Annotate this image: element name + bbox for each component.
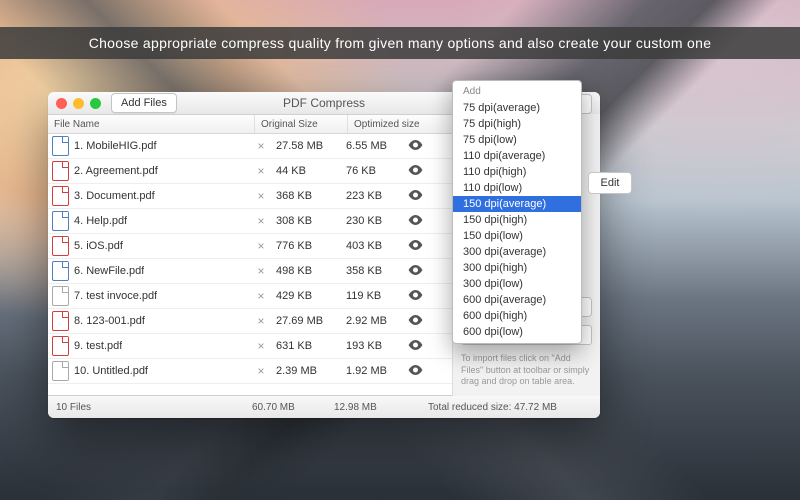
original-size: 776 KB <box>270 240 340 252</box>
remove-icon[interactable]: × <box>252 364 270 378</box>
pdf-icon <box>52 161 69 181</box>
preview-icon[interactable] <box>404 290 426 303</box>
dropdown-option[interactable]: 75 dpi(average) <box>453 100 581 116</box>
remove-icon[interactable]: × <box>252 214 270 228</box>
dropdown-option[interactable]: 150 dpi(low) <box>453 228 581 244</box>
remove-icon[interactable]: × <box>252 239 270 253</box>
file-name: 5. iOS.pdf <box>74 240 123 252</box>
preview-icon[interactable] <box>404 215 426 228</box>
dropdown-option[interactable]: 600 dpi(low) <box>453 324 581 340</box>
traffic-lights <box>48 98 101 109</box>
minimize-icon[interactable] <box>73 98 84 109</box>
pdf-icon <box>52 186 69 206</box>
original-size: 27.69 MB <box>270 315 340 327</box>
preview-icon[interactable] <box>404 140 426 153</box>
quality-dropdown[interactable]: Add 75 dpi(average)75 dpi(high)75 dpi(lo… <box>452 80 582 344</box>
optimized-size: 403 KB <box>340 240 404 252</box>
preview-icon[interactable] <box>404 165 426 178</box>
remove-icon[interactable]: × <box>252 189 270 203</box>
pdf-icon <box>52 136 69 156</box>
file-name: 9. test.pdf <box>74 340 122 352</box>
zoom-icon[interactable] <box>90 98 101 109</box>
edit-button[interactable]: Edit <box>588 172 632 194</box>
dropdown-option[interactable]: 150 dpi(average) <box>453 196 581 212</box>
status-orig-total: 60.70 MB <box>252 402 334 413</box>
dropdown-option[interactable]: 600 dpi(high) <box>453 308 581 324</box>
remove-icon[interactable]: × <box>252 339 270 353</box>
pdf-icon <box>52 286 69 306</box>
original-size: 498 KB <box>270 265 340 277</box>
dropdown-option[interactable]: 75 dpi(high) <box>453 116 581 132</box>
col-original-size[interactable]: Original Size <box>255 115 348 133</box>
dropdown-option[interactable]: 110 dpi(low) <box>453 180 581 196</box>
file-name: 10. Untitled.pdf <box>74 365 148 377</box>
remove-icon[interactable]: × <box>252 314 270 328</box>
col-optimized-size[interactable]: Optimized size <box>348 115 465 133</box>
pdf-icon <box>52 361 69 381</box>
preview-icon[interactable] <box>404 190 426 203</box>
file-name: 7. test invoce.pdf <box>74 290 157 302</box>
status-reduced: Total reduced size: 47.72 MB <box>428 402 557 413</box>
pdf-icon <box>52 211 69 231</box>
optimized-size: 2.92 MB <box>340 315 404 327</box>
original-size: 2.39 MB <box>270 365 340 377</box>
pdf-icon <box>52 311 69 331</box>
file-name: 1. MobileHIG.pdf <box>74 140 157 152</box>
status-count: 10 Files <box>56 402 252 413</box>
pdf-icon <box>52 336 69 356</box>
original-size: 44 KB <box>270 165 340 177</box>
dropdown-option[interactable]: 600 dpi(average) <box>453 292 581 308</box>
optimized-size: 76 KB <box>340 165 404 177</box>
file-name: 2. Agreement.pdf <box>74 165 158 177</box>
preview-icon[interactable] <box>404 265 426 278</box>
status-opt-total: 12.98 MB <box>334 402 428 413</box>
dropdown-option[interactable]: 300 dpi(high) <box>453 260 581 276</box>
optimized-size: 6.55 MB <box>340 140 404 152</box>
add-files-button[interactable]: Add Files <box>111 93 177 113</box>
remove-icon[interactable]: × <box>252 139 270 153</box>
dropdown-option[interactable]: 300 dpi(low) <box>453 276 581 292</box>
optimized-size: 358 KB <box>340 265 404 277</box>
preview-icon[interactable] <box>404 340 426 353</box>
dropdown-option[interactable]: 75 dpi(low) <box>453 132 581 148</box>
original-size: 368 KB <box>270 190 340 202</box>
optimized-size: 230 KB <box>340 215 404 227</box>
col-file-name[interactable]: File Name <box>48 115 255 133</box>
status-bar: 10 Files 60.70 MB 12.98 MB Total reduced… <box>48 395 600 418</box>
dropdown-option[interactable]: 110 dpi(average) <box>453 148 581 164</box>
dropdown-option[interactable]: 150 dpi(high) <box>453 212 581 228</box>
original-size: 27.58 MB <box>270 140 340 152</box>
remove-icon[interactable]: × <box>252 164 270 178</box>
original-size: 429 KB <box>270 290 340 302</box>
dropdown-option[interactable]: 300 dpi(average) <box>453 244 581 260</box>
preview-icon[interactable] <box>404 365 426 378</box>
close-icon[interactable] <box>56 98 67 109</box>
pdf-icon <box>52 236 69 256</box>
remove-icon[interactable]: × <box>252 289 270 303</box>
file-name: 6. NewFile.pdf <box>74 265 144 277</box>
caption-banner: Choose appropriate compress quality from… <box>0 27 800 59</box>
preview-icon[interactable] <box>404 240 426 253</box>
original-size: 308 KB <box>270 215 340 227</box>
optimized-size: 119 KB <box>340 290 404 302</box>
remove-icon[interactable]: × <box>252 264 270 278</box>
optimized-size: 1.92 MB <box>340 365 404 377</box>
dropdown-header: Add <box>453 84 581 100</box>
optimized-size: 193 KB <box>340 340 404 352</box>
preview-icon[interactable] <box>404 315 426 328</box>
file-name: 3. Document.pdf <box>74 190 155 202</box>
hint-text: To import files click on "Add Files" but… <box>461 353 592 388</box>
original-size: 631 KB <box>270 340 340 352</box>
file-name: 4. Help.pdf <box>74 215 127 227</box>
pdf-icon <box>52 261 69 281</box>
optimized-size: 223 KB <box>340 190 404 202</box>
dropdown-option[interactable]: 110 dpi(high) <box>453 164 581 180</box>
file-name: 8. 123-001.pdf <box>74 315 145 327</box>
